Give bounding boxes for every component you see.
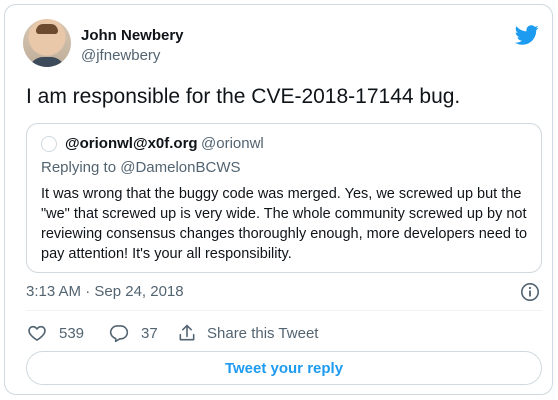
quoted-author-name: @orionwl@x0f.org [65, 135, 198, 152]
share-icon [179, 324, 195, 341]
author-name[interactable]: John Newbery [81, 27, 184, 44]
author-handle[interactable]: @jfnewbery [81, 47, 160, 64]
quoted-tweet[interactable]: @orionwl@x0f.org @orionwl Replying to @D… [26, 123, 542, 273]
quoted-tweet-body: It was wrong that the buggy code was mer… [41, 186, 528, 262]
quoted-author-handle: @orionwl [201, 135, 264, 152]
divider [26, 310, 542, 311]
tweet-your-reply-button[interactable]: Tweet your reply [26, 351, 542, 385]
tweet-timestamp[interactable]: 3:13 AM · Sep 24, 2018 [26, 283, 184, 300]
reply-icon [109, 325, 129, 343]
info-icon[interactable] [520, 282, 540, 302]
reply-count: 37 [141, 324, 158, 342]
tweet-text: I am responsible for the CVE-2018-17144 … [26, 85, 461, 108]
heart-icon [28, 325, 46, 341]
like-count: 539 [59, 324, 85, 342]
author-avatar[interactable] [23, 19, 71, 67]
replying-to: Replying to @DamelonBCWS [41, 159, 240, 176]
replying-to-prefix: Replying to [41, 159, 117, 176]
share-button[interactable]: Share this Tweet [177, 323, 318, 343]
reply-button[interactable]: 37 [109, 323, 158, 343]
replying-to-handle[interactable]: @DamelonBCWS [120, 159, 240, 176]
like-button[interactable]: 539 [27, 323, 84, 343]
share-label: Share this Tweet [207, 324, 319, 342]
quoted-avatar [41, 136, 57, 152]
twitter-bird-icon[interactable] [515, 23, 539, 47]
tweet-card: John Newbery @jfnewbery I am responsible… [4, 4, 553, 395]
